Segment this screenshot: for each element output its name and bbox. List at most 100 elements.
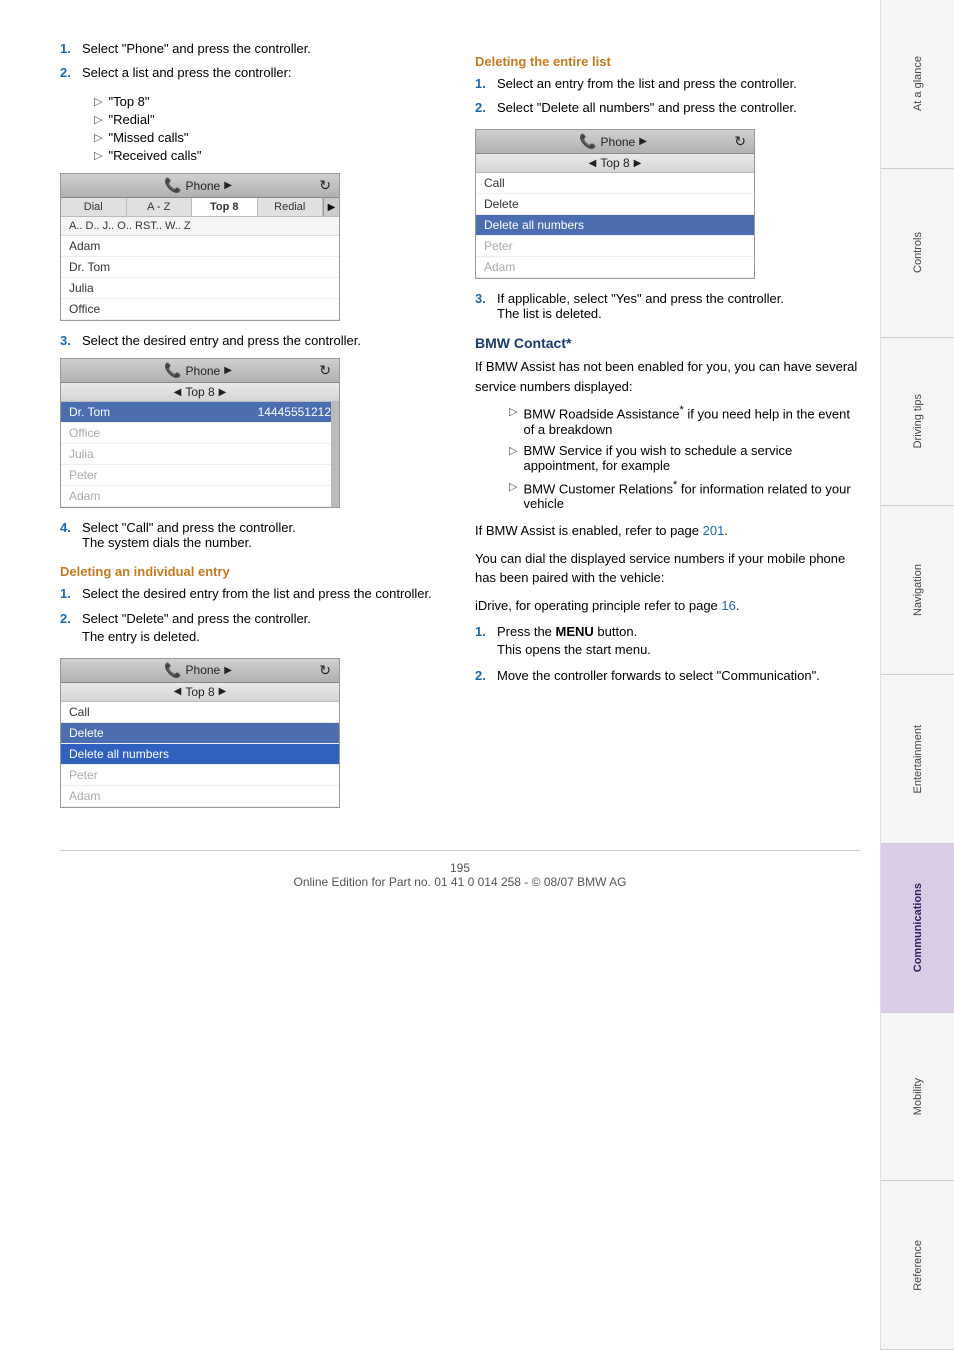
phone-title: Phone xyxy=(601,135,636,149)
sidebar-tab-driving-tips[interactable]: Driving tips xyxy=(881,338,954,507)
deleting-individual-header: Deleting an individual entry xyxy=(60,564,445,579)
bmw-contact-steps: 1. Press the MENU button.This opens the … xyxy=(475,623,860,686)
scroll-arrow[interactable]: ▶ xyxy=(323,198,339,216)
left-arrow-icon: ◀ xyxy=(174,387,182,398)
deleting-entire-steps: 1. Select an entry from the list and pre… xyxy=(475,75,860,117)
phone-titlebar-4: 📞 Phone ▶ ↻ xyxy=(476,130,754,154)
step-3-container: 3. Select the desired entry and press th… xyxy=(60,333,445,348)
main-content: 1. Select "Phone" and press the controll… xyxy=(0,0,880,1350)
step-text: Move the controller forwards to select "… xyxy=(497,667,820,685)
tab-redial[interactable]: Redial xyxy=(258,198,324,216)
phone-selected-entry: Dr. Tom 14445551212 xyxy=(61,402,339,423)
arrow-icon: ▷ xyxy=(509,444,517,457)
step-number: 3. xyxy=(60,333,78,348)
sidebar-tab-entertainment[interactable]: Entertainment xyxy=(881,675,954,844)
phone-list-julia: Julia xyxy=(61,444,339,465)
step-number: 1. xyxy=(60,40,78,58)
left-column: 1. Select "Phone" and press the controll… xyxy=(60,40,445,820)
left-arrow-icon: ◀ xyxy=(589,158,597,169)
phone-alphabar: A.. D.. J.. O.. RST.. W.. Z xyxy=(61,217,339,236)
refresh-icon: ↻ xyxy=(319,662,331,679)
step-number: 1. xyxy=(60,585,78,603)
step-number: 2. xyxy=(475,99,493,117)
menu-adam: Adam xyxy=(476,257,754,278)
phone-subtitlebar-4: ◀ Top 8 ▶ xyxy=(476,154,754,173)
list-item: ▷ "Received calls" xyxy=(94,148,445,163)
phone-icon: 📞 xyxy=(164,177,181,194)
list-item-text: "Missed calls" xyxy=(108,130,188,145)
phone-list-office: Office xyxy=(61,299,339,320)
phone-tabs: Dial A - Z Top 8 Redial ▶ xyxy=(61,198,339,217)
sidebar-tab-label: Reference xyxy=(912,1240,924,1291)
right-step-3: 3. If applicable, select "Yes" and press… xyxy=(475,291,860,321)
selected-number: 14445551212 xyxy=(258,405,331,419)
top8-label: Top 8 xyxy=(600,156,629,170)
phone-list-drtom: Dr. Tom xyxy=(61,257,339,278)
sidebar-tab-label: Communications xyxy=(912,883,924,972)
refresh-icon: ↻ xyxy=(319,362,331,379)
menu-call: Call xyxy=(61,702,339,723)
step-number: 2. xyxy=(60,610,78,646)
phone-list-adam: Adam xyxy=(61,486,339,507)
phone-subtitlebar-2: ◀ Top 8 ▶ xyxy=(61,383,339,402)
arrow-icon: ▷ xyxy=(94,149,102,162)
sidebar-tab-controls[interactable]: Controls xyxy=(881,169,954,338)
list-options: ▷ "Top 8" ▷ "Redial" ▷ "Missed calls" ▷ … xyxy=(78,94,445,163)
step-text: Select the desired entry and press the c… xyxy=(82,333,361,348)
sidebar-tab-label: Navigation xyxy=(912,564,924,616)
step-text: Select "Call" and press the controller.T… xyxy=(82,520,296,550)
contact-step-1: 1. Press the MENU button.This opens the … xyxy=(475,623,860,659)
step-1: 1. Select "Phone" and press the controll… xyxy=(60,40,445,58)
phone-list-office: Office xyxy=(61,423,339,444)
page-footer: 195 Online Edition for Part no. 01 41 0 … xyxy=(60,850,860,889)
phone-titlebar-1: 📞 Phone ▶ ↻ xyxy=(61,174,339,198)
bmw-service-item-1: ▷ BMW Roadside Assistance* if you need h… xyxy=(509,404,860,436)
sidebar-tab-reference[interactable]: Reference xyxy=(881,1181,954,1350)
phone-icon: 📞 xyxy=(579,133,596,150)
del-step-1: 1. Select the desired entry from the lis… xyxy=(60,585,445,603)
tab-top8[interactable]: Top 8 xyxy=(192,198,258,216)
list-item-text: "Redial" xyxy=(108,112,154,127)
menu-delete-all[interactable]: Delete all numbers xyxy=(61,744,339,765)
menu-delete[interactable]: Delete xyxy=(61,723,339,744)
tab-az[interactable]: A - Z xyxy=(127,198,193,216)
phone-screen-2: 📞 Phone ▶ ↻ ◀ Top 8 ▶ Dr. Tom 1444555121… xyxy=(60,358,340,508)
step-3: 3. Select the desired entry and press th… xyxy=(60,333,445,348)
menu-delete: Delete xyxy=(476,194,754,215)
arrow-icon: ▷ xyxy=(94,131,102,144)
step-number: 3. xyxy=(475,291,493,321)
phone-screen-3: 📞 Phone ▶ ↻ ◀ Top 8 ▶ Call Delete Delete… xyxy=(60,658,340,808)
top8-label: Top 8 xyxy=(185,685,214,699)
sidebar-tab-navigation[interactable]: Navigation xyxy=(881,506,954,675)
menu-delete-all[interactable]: Delete all numbers xyxy=(476,215,754,236)
arrow-icon: ▷ xyxy=(509,405,517,418)
list-item-text: "Top 8" xyxy=(108,94,149,109)
refresh-icon: ↻ xyxy=(734,133,746,150)
sidebar: At a glance Controls Driving tips Naviga… xyxy=(880,0,954,1350)
step-number: 1. xyxy=(475,623,493,659)
arrow-icon: ▷ xyxy=(509,480,517,493)
tab-dial[interactable]: Dial xyxy=(61,198,127,216)
refresh-icon: ↻ xyxy=(319,177,331,194)
phone-titlebar-3: 📞 Phone ▶ ↻ xyxy=(61,659,339,683)
phone-icon: 📞 xyxy=(164,662,181,679)
phone-screen-4: 📞 Phone ▶ ↻ ◀ Top 8 ▶ Call Delete Delete… xyxy=(475,129,755,279)
step-4: 4. Select "Call" and press the controlle… xyxy=(60,520,445,550)
sidebar-tab-mobility[interactable]: Mobility xyxy=(881,1013,954,1182)
bmw-assist-ref: If BMW Assist is enabled, refer to page … xyxy=(475,521,860,541)
sidebar-tab-communications[interactable]: Communications xyxy=(881,844,954,1013)
idrive-ref: iDrive, for operating principle refer to… xyxy=(475,596,860,616)
phone-title: Phone xyxy=(186,179,221,193)
sidebar-tab-at-a-glance[interactable]: At a glance xyxy=(881,0,954,169)
phone-body-4: Call Delete Delete all numbers Peter Ada… xyxy=(476,173,754,278)
phone-body-2: Dr. Tom 14445551212 Office Julia Peter A… xyxy=(61,402,339,507)
del-step-2: 2. Select "Delete" and press the control… xyxy=(60,610,445,646)
phone-titlebar-2: 📞 Phone ▶ ↻ xyxy=(61,359,339,383)
phone-body-1: Adam Dr. Tom Julia Office xyxy=(61,236,339,320)
deleting-entire-header: Deleting the entire list xyxy=(475,54,860,69)
arrow-icon: ▷ xyxy=(94,113,102,126)
phone-subtitlebar-3: ◀ Top 8 ▶ xyxy=(61,683,339,702)
steps-list-top: 1. Select "Phone" and press the controll… xyxy=(60,40,445,82)
phone-body-3: Call Delete Delete all numbers Peter Ada… xyxy=(61,702,339,807)
bmw-contact-intro: If BMW Assist has not been enabled for y… xyxy=(475,357,860,396)
